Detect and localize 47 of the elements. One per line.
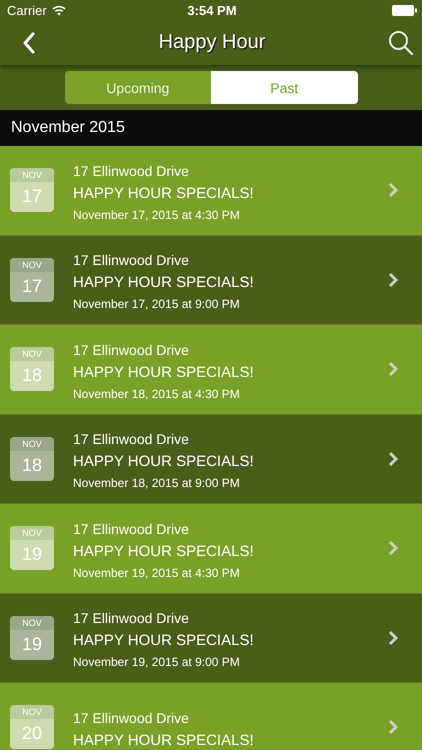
date-badge: NOV 20	[10, 705, 54, 750]
event-name: HAPPY HOUR SPECIALS!	[73, 632, 255, 650]
screen-title: Happy Hour	[158, 31, 266, 54]
event-venue: 17 Ellinwood Drive	[73, 520, 190, 537]
event-name: HAPPY HOUR SPECIALS!	[73, 542, 255, 560]
date-badge: NOV 19	[10, 616, 54, 660]
section-title: November 2015	[11, 119, 125, 137]
battery-icon	[392, 4, 417, 16]
event-time: November 18, 2015 at 4:30 PM	[73, 386, 241, 401]
carrier-label: Carrier	[7, 2, 47, 18]
status-time: 3:54 PM	[187, 2, 237, 18]
chevron-icon	[388, 450, 398, 467]
event-name: HAPPY HOUR SPECIALS!	[73, 453, 255, 470]
event-name: HAPPY HOUR SPECIALS!	[73, 732, 255, 749]
event-venue: 17 Ellinwood Drive	[73, 610, 190, 626]
event-venue: 17 Ellinwood Drive	[73, 431, 190, 448]
event-time: November 19, 2015 at 9:00 PM	[73, 655, 241, 670]
date-badge: NOV 18	[10, 347, 54, 392]
chevron-icon	[388, 272, 398, 288]
date-badge: NOV 17	[10, 258, 54, 302]
segment-tab[interactable]: Upcoming	[64, 71, 211, 104]
back-button[interactable]	[22, 32, 36, 54]
chevron-icon	[388, 361, 398, 378]
event-venue: 17 Ellinwood Drive	[73, 342, 190, 358]
event-time: November 18, 2015 at 9:00 PM	[73, 476, 241, 490]
search-button[interactable]	[388, 30, 414, 56]
event-row[interactable]: NOV 18 17 Ellinwood Drive HAPPY HOUR SPECIALS! November 18, 2015 at 9:00 PM	[0, 414, 422, 504]
chevron-icon	[388, 630, 398, 646]
event-name: HAPPY HOUR SPECIALS!	[73, 274, 255, 292]
event-time: November 19, 2015 at 4:30 PM	[73, 566, 241, 580]
event-row[interactable]: NOV 17 17 Ellinwood Drive HAPPY HOUR SPECIALS! November 17, 2015 at 9:00 PM	[0, 236, 422, 325]
date-badge: NOV 19	[10, 526, 54, 570]
date-badge: NOV 17	[10, 168, 54, 212]
event-time: November 17, 2015 at 4:30 PM	[73, 208, 241, 222]
event-venue: 17 Ellinwood Drive	[73, 252, 190, 268]
event-row[interactable]: NOV 19 17 Ellinwood Drive HAPPY HOUR SPECIALS! November 19, 2015 at 9:00 PM	[0, 594, 422, 683]
wifi-icon	[52, 4, 66, 16]
segment-tab[interactable]: Past	[211, 71, 358, 104]
event-time: November 17, 2015 at 9:00 PM	[73, 297, 241, 312]
date-badge: NOV 18	[10, 436, 54, 481]
chevron-icon	[388, 719, 398, 736]
event-venue: 17 Ellinwood Drive	[73, 162, 190, 179]
event-venue: 17 Ellinwood Drive	[73, 710, 190, 726]
event-name: HAPPY HOUR SPECIALS!	[73, 184, 255, 202]
chevron-icon	[388, 540, 398, 556]
event-name: HAPPY HOUR SPECIALS!	[73, 364, 255, 381]
chevron-icon	[388, 182, 398, 198]
